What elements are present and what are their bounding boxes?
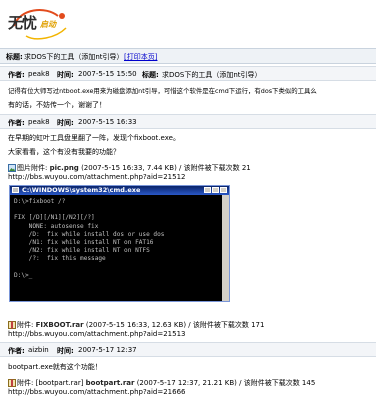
topic-title-bar: 标题: 求DOS下的工具（添加nt引导） [打印本页] (0, 48, 376, 64)
cmd-line: NONE: autosense fix (14, 222, 99, 230)
cmd-screenshot[interactable]: C:\WINDOWS\system32\cmd.exe D:\>fixboot … (9, 185, 230, 302)
author-label: 作者: (8, 119, 25, 127)
file-attachment-link[interactable]: bootpart.rar (86, 379, 135, 387)
file-attachment-tag[interactable]: [bootpart.rar] (36, 379, 84, 387)
author-name[interactable]: aizbin (28, 346, 49, 354)
topic-label: 标题: (6, 53, 23, 61)
cmd-line: D:\>fixboot /? (14, 198, 66, 205)
file-attachment-link[interactable]: FIXBOOT.rar (36, 321, 84, 329)
post-time: 2007-5-17 12:37 (78, 346, 137, 354)
forum-logo: 无忧 启动 (6, 6, 76, 44)
cmd-line: /N2: fix while install NT on NTFS (14, 247, 150, 255)
cmd-output: D:\>fixboot /?​FIX [/D][/N1][/N2][/?] NO… (10, 195, 229, 283)
file-attachment-meta: (2007-5-15 16:33, 12.63 KB) / 该附件被下载次数 1… (85, 321, 265, 329)
time-label: 时间: (57, 71, 74, 79)
cmd-titlebar: C:\WINDOWS\system32\cmd.exe (10, 186, 229, 195)
post-body-line: 记得有位大师写过ntboot.exe用来为磁盘添加nt引导，可惜这个软件是在cm… (8, 87, 317, 95)
file-attachment-prefix: 附件: (17, 321, 34, 329)
time-label: 时间: (57, 119, 74, 127)
minimize-icon (204, 187, 211, 193)
cmd-title-text: C:\WINDOWS\system32\cmd.exe (22, 186, 141, 194)
time-label: 时间: (57, 347, 74, 355)
file-attachment-url[interactable]: http://bbs.wuyou.com/attachment.php?aid=… (8, 330, 186, 338)
file-attachment-url[interactable]: http://bbs.wuyou.com/attachment.php?aid=… (8, 388, 186, 396)
post-header: 作者: peak8 时间: 2007-5-15 16:33 (0, 114, 376, 129)
image-attachment: 图片附件: pic.png (2007-5-15 16:33, 7.44 KB)… (8, 163, 251, 173)
post-time: 2007-5-15 16:33 (78, 118, 137, 126)
post-header: 作者: aizbin 时间: 2007-5-17 12:37 (0, 342, 376, 357)
file-attachment: 附件: [bootpart.rar] bootpart.rar (2007-5-… (8, 378, 315, 388)
post-body-line: 大家看看，这个有没有我要的功能？ (8, 148, 120, 156)
file-attachment: 附件: FIXBOOT.rar (2007-5-15 16:33, 12.63 … (8, 320, 264, 330)
cmd-line: /?: fix this message (14, 255, 106, 263)
post-body-line: 在早期的虹叶工具盘里翻了一阵，发现个fixboot.exe。 (8, 134, 180, 142)
cmd-window-icon (12, 187, 19, 193)
logo-subtext: 启动 (40, 20, 56, 29)
post-header: 作者: peak8 时间: 2007-5-15 15:50 标题: 求DOS下的… (0, 66, 376, 81)
post-time: 2007-5-15 15:50 (78, 70, 137, 78)
author-label: 作者: (8, 347, 25, 355)
cmd-line: /N1: fix while install NT on FAT16 (14, 239, 154, 247)
cmd-line: ​ (14, 264, 225, 272)
close-icon (220, 187, 227, 193)
archive-file-icon (8, 321, 16, 329)
cmd-line: FIX [/D][/N1][/N2][/?] (14, 214, 95, 222)
file-attachment-meta: (2007-5-17 12:37, 21.21 KB) / 该附件被下载次数 1… (136, 379, 316, 387)
topic-title: 求DOS下的工具（添加nt引导） (24, 53, 124, 61)
image-attachment-meta: (2007-5-15 16:33, 7.44 KB) / 该附件被下载次数 21 (81, 164, 251, 172)
image-attachment-url[interactable]: http://bbs.wuyou.com/attachment.php?aid=… (8, 173, 186, 181)
post-body-line: 有的话，不妨传一个，谢谢了！ (8, 101, 106, 109)
post-subject: 求DOS下的工具（添加nt引导） (162, 71, 262, 79)
cmd-line: ​ (14, 206, 225, 214)
cmd-line: /D: fix while install dos or use dos (14, 230, 165, 238)
print-page-link[interactable]: [打印本页] (124, 52, 157, 62)
cmd-scrollbar (222, 195, 229, 301)
author-label: 作者: (8, 71, 25, 79)
author-name[interactable]: peak8 (28, 70, 50, 78)
image-attachment-link[interactable]: pic.png (50, 164, 79, 172)
archive-file-icon (8, 379, 16, 387)
maximize-icon (212, 187, 219, 193)
logo-text: 无忧 (8, 14, 37, 32)
author-name[interactable]: peak8 (28, 118, 50, 126)
image-file-icon (8, 164, 16, 172)
cmd-line: D:\>_ (14, 271, 33, 279)
file-attachment-prefix: 附件: (17, 379, 34, 387)
post-body-line: bootpart.exe就有这个功能！ (8, 363, 102, 371)
image-attachment-prefix: 图片附件: (17, 164, 48, 172)
subject-label: 标题: (142, 71, 159, 79)
